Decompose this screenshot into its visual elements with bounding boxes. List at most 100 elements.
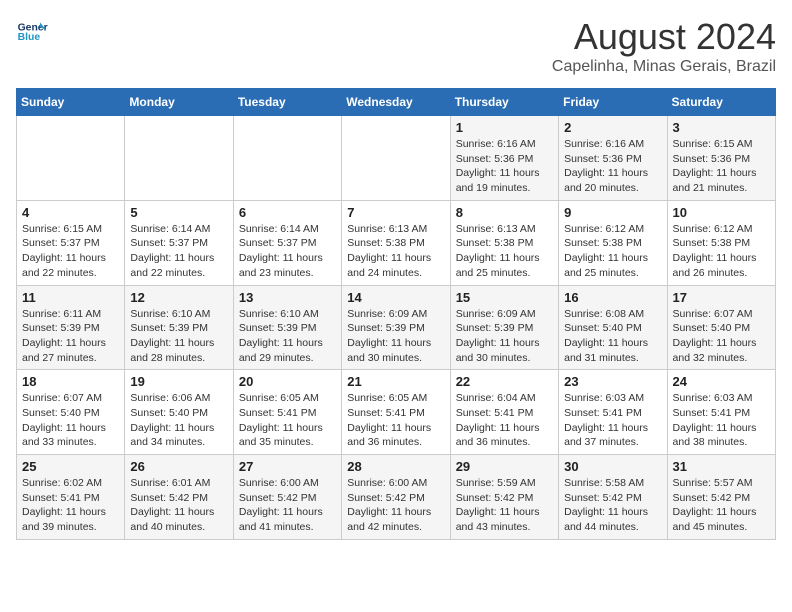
- calendar-week-row: 4 Sunrise: 6:15 AM Sunset: 5:37 PM Daylig…: [17, 200, 776, 285]
- table-row: 30 Sunrise: 5:58 AM Sunset: 5:42 PM Dayli…: [559, 455, 667, 540]
- day-info: Sunrise: 6:03 AM Sunset: 5:41 PM Dayligh…: [673, 391, 770, 450]
- day-number: 5: [130, 205, 227, 220]
- calendar-body: 1 Sunrise: 6:16 AM Sunset: 5:36 PM Daylig…: [17, 116, 776, 540]
- col-saturday: Saturday: [667, 89, 775, 116]
- table-row: 21Sunrise: 6:05 AM Sunset: 5:41 PM Dayli…: [342, 370, 450, 455]
- day-info: Sunrise: 6:15 AM Sunset: 5:36 PM Dayligh…: [673, 137, 770, 196]
- calendar-week-row: 1 Sunrise: 6:16 AM Sunset: 5:36 PM Daylig…: [17, 116, 776, 201]
- table-row: 26Sunrise: 6:01 AM Sunset: 5:42 PM Dayli…: [125, 455, 233, 540]
- table-row: [17, 116, 125, 201]
- day-info: Sunrise: 6:10 AM Sunset: 5:39 PM Dayligh…: [130, 307, 227, 366]
- table-row: 8Sunrise: 6:13 AM Sunset: 5:38 PM Daylig…: [450, 200, 558, 285]
- calendar-title: August 2024: [552, 16, 776, 58]
- day-number: 10: [673, 205, 770, 220]
- day-info: Sunrise: 6:00 AM Sunset: 5:42 PM Dayligh…: [239, 476, 336, 535]
- day-number: 16: [564, 290, 661, 305]
- day-info: Sunrise: 6:07 AM Sunset: 5:40 PM Dayligh…: [22, 391, 119, 450]
- day-number: 18: [22, 374, 119, 389]
- day-number: 24: [673, 374, 770, 389]
- table-row: 6 Sunrise: 6:14 AM Sunset: 5:37 PM Daylig…: [233, 200, 341, 285]
- day-number: 11: [22, 290, 119, 305]
- page-header: General Blue August 2024 Capelinha, Mina…: [16, 16, 776, 76]
- day-number: 22: [456, 374, 553, 389]
- day-info: Sunrise: 6:05 AM Sunset: 5:41 PM Dayligh…: [239, 391, 336, 450]
- day-info: Sunrise: 6:04 AM Sunset: 5:41 PM Dayligh…: [456, 391, 553, 450]
- table-row: 29 Sunrise: 5:59 AM Sunset: 5:42 PM Dayli…: [450, 455, 558, 540]
- svg-text:Blue: Blue: [18, 32, 41, 43]
- day-info: Sunrise: 6:07 AM Sunset: 5:40 PM Dayligh…: [673, 307, 770, 366]
- day-number: 29: [456, 459, 553, 474]
- table-row: 31 Sunrise: 5:57 AM Sunset: 5:42 PM Dayli…: [667, 455, 775, 540]
- day-number: 8: [456, 205, 553, 220]
- title-section: August 2024 Capelinha, Minas Gerais, Bra…: [552, 16, 776, 76]
- day-number: 30: [564, 459, 661, 474]
- table-row: 17 Sunrise: 6:07 AM Sunset: 5:40 PM Dayli…: [667, 285, 775, 370]
- logo-icon: General Blue: [16, 16, 48, 48]
- col-wednesday: Wednesday: [342, 89, 450, 116]
- day-number: 1: [456, 120, 553, 135]
- table-row: 1 Sunrise: 6:16 AM Sunset: 5:36 PM Daylig…: [450, 116, 558, 201]
- day-number: 6: [239, 205, 336, 220]
- calendar-week-row: 11 Sunrise: 6:11 AM Sunset: 5:39 PM Dayli…: [17, 285, 776, 370]
- table-row: [125, 116, 233, 201]
- col-tuesday: Tuesday: [233, 89, 341, 116]
- table-row: 12 Sunrise: 6:10 AM Sunset: 5:39 PM Dayli…: [125, 285, 233, 370]
- day-number: 31: [673, 459, 770, 474]
- day-number: 13: [239, 290, 336, 305]
- logo: General Blue: [16, 16, 48, 48]
- day-info: Sunrise: 6:14 AM Sunset: 5:37 PM Dayligh…: [239, 222, 336, 281]
- table-row: 20 Sunrise: 6:05 AM Sunset: 5:41 PM Dayli…: [233, 370, 341, 455]
- calendar-subtitle: Capelinha, Minas Gerais, Brazil: [552, 58, 776, 76]
- day-info: Sunrise: 6:09 AM Sunset: 5:39 PM Dayligh…: [456, 307, 553, 366]
- table-row: 15Sunrise: 6:09 AM Sunset: 5:39 PM Dayli…: [450, 285, 558, 370]
- day-number: 3: [673, 120, 770, 135]
- day-info: Sunrise: 6:10 AM Sunset: 5:39 PM Dayligh…: [239, 307, 336, 366]
- calendar-week-row: 18 Sunrise: 6:07 AM Sunset: 5:40 PM Dayli…: [17, 370, 776, 455]
- table-row: 25Sunrise: 6:02 AM Sunset: 5:41 PM Dayli…: [17, 455, 125, 540]
- day-info: Sunrise: 6:14 AM Sunset: 5:37 PM Dayligh…: [130, 222, 227, 281]
- table-row: 19Sunrise: 6:06 AM Sunset: 5:40 PM Dayli…: [125, 370, 233, 455]
- table-row: [342, 116, 450, 201]
- day-number: 21: [347, 374, 444, 389]
- day-number: 17: [673, 290, 770, 305]
- table-row: 5 Sunrise: 6:14 AM Sunset: 5:37 PM Daylig…: [125, 200, 233, 285]
- day-number: 2: [564, 120, 661, 135]
- day-info: Sunrise: 6:03 AM Sunset: 5:41 PM Dayligh…: [564, 391, 661, 450]
- day-info: Sunrise: 6:09 AM Sunset: 5:39 PM Dayligh…: [347, 307, 444, 366]
- day-number: 28: [347, 459, 444, 474]
- day-info: Sunrise: 5:58 AM Sunset: 5:42 PM Dayligh…: [564, 476, 661, 535]
- day-number: 27: [239, 459, 336, 474]
- table-row: 7 Sunrise: 6:13 AM Sunset: 5:38 PM Daylig…: [342, 200, 450, 285]
- col-monday: Monday: [125, 89, 233, 116]
- table-row: 27 Sunrise: 6:00 AM Sunset: 5:42 PM Dayli…: [233, 455, 341, 540]
- table-row: [233, 116, 341, 201]
- day-info: Sunrise: 6:08 AM Sunset: 5:40 PM Dayligh…: [564, 307, 661, 366]
- day-number: 12: [130, 290, 227, 305]
- day-number: 19: [130, 374, 227, 389]
- calendar-header-row: Sunday Monday Tuesday Wednesday Thursday…: [17, 89, 776, 116]
- table-row: 4 Sunrise: 6:15 AM Sunset: 5:37 PM Daylig…: [17, 200, 125, 285]
- table-row: 3 Sunrise: 6:15 AM Sunset: 5:36 PM Daylig…: [667, 116, 775, 201]
- day-number: 20: [239, 374, 336, 389]
- day-number: 7: [347, 205, 444, 220]
- col-thursday: Thursday: [450, 89, 558, 116]
- day-info: Sunrise: 6:00 AM Sunset: 5:42 PM Dayligh…: [347, 476, 444, 535]
- calendar-week-row: 25Sunrise: 6:02 AM Sunset: 5:41 PM Dayli…: [17, 455, 776, 540]
- table-row: 16 Sunrise: 6:08 AM Sunset: 5:40 PM Dayli…: [559, 285, 667, 370]
- day-info: Sunrise: 6:16 AM Sunset: 5:36 PM Dayligh…: [564, 137, 661, 196]
- day-info: Sunrise: 5:59 AM Sunset: 5:42 PM Dayligh…: [456, 476, 553, 535]
- day-info: Sunrise: 5:57 AM Sunset: 5:42 PM Dayligh…: [673, 476, 770, 535]
- day-info: Sunrise: 6:12 AM Sunset: 5:38 PM Dayligh…: [673, 222, 770, 281]
- day-number: 4: [22, 205, 119, 220]
- table-row: 9Sunrise: 6:12 AM Sunset: 5:38 PM Daylig…: [559, 200, 667, 285]
- day-info: Sunrise: 6:13 AM Sunset: 5:38 PM Dayligh…: [347, 222, 444, 281]
- col-friday: Friday: [559, 89, 667, 116]
- table-row: 24 Sunrise: 6:03 AM Sunset: 5:41 PM Dayli…: [667, 370, 775, 455]
- day-info: Sunrise: 6:16 AM Sunset: 5:36 PM Dayligh…: [456, 137, 553, 196]
- day-info: Sunrise: 6:01 AM Sunset: 5:42 PM Dayligh…: [130, 476, 227, 535]
- day-info: Sunrise: 6:15 AM Sunset: 5:37 PM Dayligh…: [22, 222, 119, 281]
- day-info: Sunrise: 6:12 AM Sunset: 5:38 PM Dayligh…: [564, 222, 661, 281]
- day-number: 23: [564, 374, 661, 389]
- table-row: 18 Sunrise: 6:07 AM Sunset: 5:40 PM Dayli…: [17, 370, 125, 455]
- day-info: Sunrise: 6:11 AM Sunset: 5:39 PM Dayligh…: [22, 307, 119, 366]
